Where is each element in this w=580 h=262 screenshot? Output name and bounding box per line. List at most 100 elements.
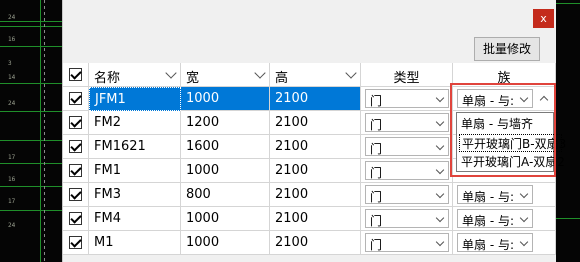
- family-cell: 单扇 - 与:: [453, 183, 556, 207]
- name-cell[interactable]: FM1: [89, 159, 181, 183]
- chevron-down-icon[interactable]: [435, 141, 445, 151]
- table-row[interactable]: M1 1000 2100 门 单扇 - 与:: [63, 231, 556, 255]
- height-value: 2100: [275, 139, 309, 154]
- type-select[interactable]: 门: [365, 161, 449, 180]
- family-value: 单扇 - 与:: [462, 238, 515, 252]
- cad-line: [40, 0, 41, 262]
- height-cell[interactable]: 2100: [270, 207, 361, 231]
- cad-line: [0, 111, 62, 112]
- family-select[interactable]: 单扇 - 与:: [457, 89, 533, 108]
- row-select-cell[interactable]: [63, 111, 89, 135]
- row-select-cell[interactable]: [63, 159, 89, 183]
- family-value: 单扇 - 与:: [462, 190, 515, 204]
- name-cell[interactable]: FM1621: [89, 135, 181, 159]
- family-select[interactable]: 单扇 - 与:: [457, 209, 533, 228]
- dropdown-option[interactable]: 单扇 - 与墙齐: [459, 115, 564, 133]
- height-cell[interactable]: 2100: [270, 159, 361, 183]
- name-cell[interactable]: FM3: [89, 183, 181, 207]
- chevron-down-icon[interactable]: [435, 165, 445, 175]
- width-value: 1000: [186, 211, 220, 226]
- header-type-label: 类型: [393, 71, 420, 86]
- type-value: 门: [370, 238, 383, 252]
- height-cell[interactable]: 2100: [270, 87, 361, 111]
- type-cell: 门: [361, 231, 453, 255]
- family-select[interactable]: 单扇 - 与:: [457, 185, 533, 204]
- height-value: 2100: [275, 115, 309, 130]
- header-width[interactable]: 宽: [181, 63, 270, 87]
- row-checkbox[interactable]: [69, 236, 82, 249]
- name-cell[interactable]: FM4: [89, 207, 181, 231]
- type-select[interactable]: 门: [365, 113, 449, 132]
- height-cell[interactable]: 2100: [270, 135, 361, 159]
- chevron-down-icon[interactable]: [435, 237, 445, 247]
- width-cell[interactable]: 1600: [181, 135, 270, 159]
- header-select-all[interactable]: [63, 63, 89, 87]
- close-button[interactable]: x: [533, 9, 554, 28]
- type-select[interactable]: 门: [365, 137, 449, 156]
- width-cell[interactable]: 1000: [181, 231, 270, 255]
- chevron-down-icon[interactable]: [519, 237, 529, 247]
- table-row[interactable]: FM3 800 2100 门 单扇 - 与:: [63, 183, 556, 207]
- width-cell[interactable]: 1000: [181, 207, 270, 231]
- header-height[interactable]: 高: [270, 63, 361, 87]
- row-checkbox[interactable]: [69, 116, 82, 129]
- type-select[interactable]: 门: [365, 185, 449, 204]
- width-value: 1200: [186, 115, 220, 130]
- cad-text: 16: [8, 36, 16, 43]
- height-cell[interactable]: 2100: [270, 111, 361, 135]
- type-cell: 门: [361, 135, 453, 159]
- family-dropdown-list: 单扇 - 与墙齐 平开玻璃门B-双扇3 平开玻璃门A-双扇2: [456, 112, 566, 172]
- select-all-checkbox[interactable]: [69, 68, 82, 81]
- chevron-down-icon[interactable]: [519, 213, 529, 223]
- chevron-down-icon[interactable]: [519, 93, 529, 103]
- family-cell: 单扇 - 与:: [453, 231, 556, 255]
- header-name[interactable]: 名称: [89, 63, 181, 87]
- type-select[interactable]: 门: [365, 89, 449, 108]
- type-value: 门: [370, 214, 383, 228]
- height-cell[interactable]: 2100: [270, 231, 361, 255]
- width-cell[interactable]: 1000: [181, 159, 270, 183]
- chevron-down-icon[interactable]: [254, 67, 266, 79]
- type-value: 门: [370, 142, 383, 156]
- row-select-cell[interactable]: [63, 135, 89, 159]
- chevron-down-icon[interactable]: [345, 67, 357, 79]
- chevron-down-icon[interactable]: [519, 189, 529, 199]
- height-cell[interactable]: 2100: [270, 183, 361, 207]
- row-select-cell[interactable]: [63, 231, 89, 255]
- scroll-up-icon[interactable]: [536, 89, 554, 109]
- chevron-down-icon[interactable]: [165, 67, 177, 79]
- width-cell[interactable]: 800: [181, 183, 270, 207]
- cad-line: [0, 186, 62, 187]
- chevron-down-icon[interactable]: [435, 93, 445, 103]
- chevron-down-icon[interactable]: [435, 213, 445, 223]
- name-value: FM2: [94, 115, 121, 130]
- chevron-down-icon[interactable]: [435, 189, 445, 199]
- name-cell[interactable]: JFM1: [89, 87, 181, 111]
- width-cell[interactable]: 1000: [181, 87, 270, 111]
- name-cell[interactable]: M1: [89, 231, 181, 255]
- row-select-cell[interactable]: [63, 183, 89, 207]
- table-row[interactable]: JFM1 1000 2100 门 单扇 - 与:: [63, 87, 556, 111]
- family-select[interactable]: 单扇 - 与:: [457, 233, 533, 252]
- cad-line: [0, 140, 62, 141]
- row-checkbox[interactable]: [69, 212, 82, 225]
- width-cell[interactable]: 1200: [181, 111, 270, 135]
- cad-text: 14: [8, 74, 16, 81]
- dropdown-option[interactable]: 平开玻璃门A-双扇2: [459, 153, 565, 171]
- row-checkbox[interactable]: [69, 188, 82, 201]
- batch-modify-button[interactable]: 批量修改: [474, 37, 540, 61]
- row-select-cell[interactable]: [63, 87, 89, 111]
- type-cell: 门: [361, 183, 453, 207]
- row-checkbox[interactable]: [69, 92, 82, 105]
- cad-line: [555, 218, 580, 219]
- type-select[interactable]: 门: [365, 233, 449, 252]
- table-row[interactable]: FM4 1000 2100 门 单扇 - 与:: [63, 207, 556, 231]
- name-cell[interactable]: FM2: [89, 111, 181, 135]
- row-checkbox[interactable]: [69, 140, 82, 153]
- row-checkbox[interactable]: [69, 164, 82, 177]
- dropdown-option[interactable]: 平开玻璃门B-双扇3: [459, 134, 566, 152]
- height-value: 2100: [275, 235, 309, 250]
- row-select-cell[interactable]: [63, 207, 89, 231]
- type-select[interactable]: 门: [365, 209, 449, 228]
- chevron-down-icon[interactable]: [435, 117, 445, 127]
